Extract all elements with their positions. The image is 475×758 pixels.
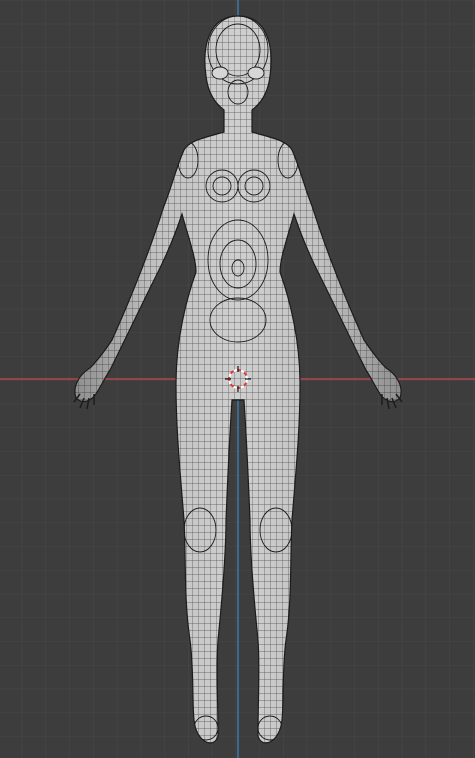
3d-viewport[interactable] xyxy=(0,0,475,758)
3d-cursor-icon[interactable] xyxy=(0,0,475,758)
